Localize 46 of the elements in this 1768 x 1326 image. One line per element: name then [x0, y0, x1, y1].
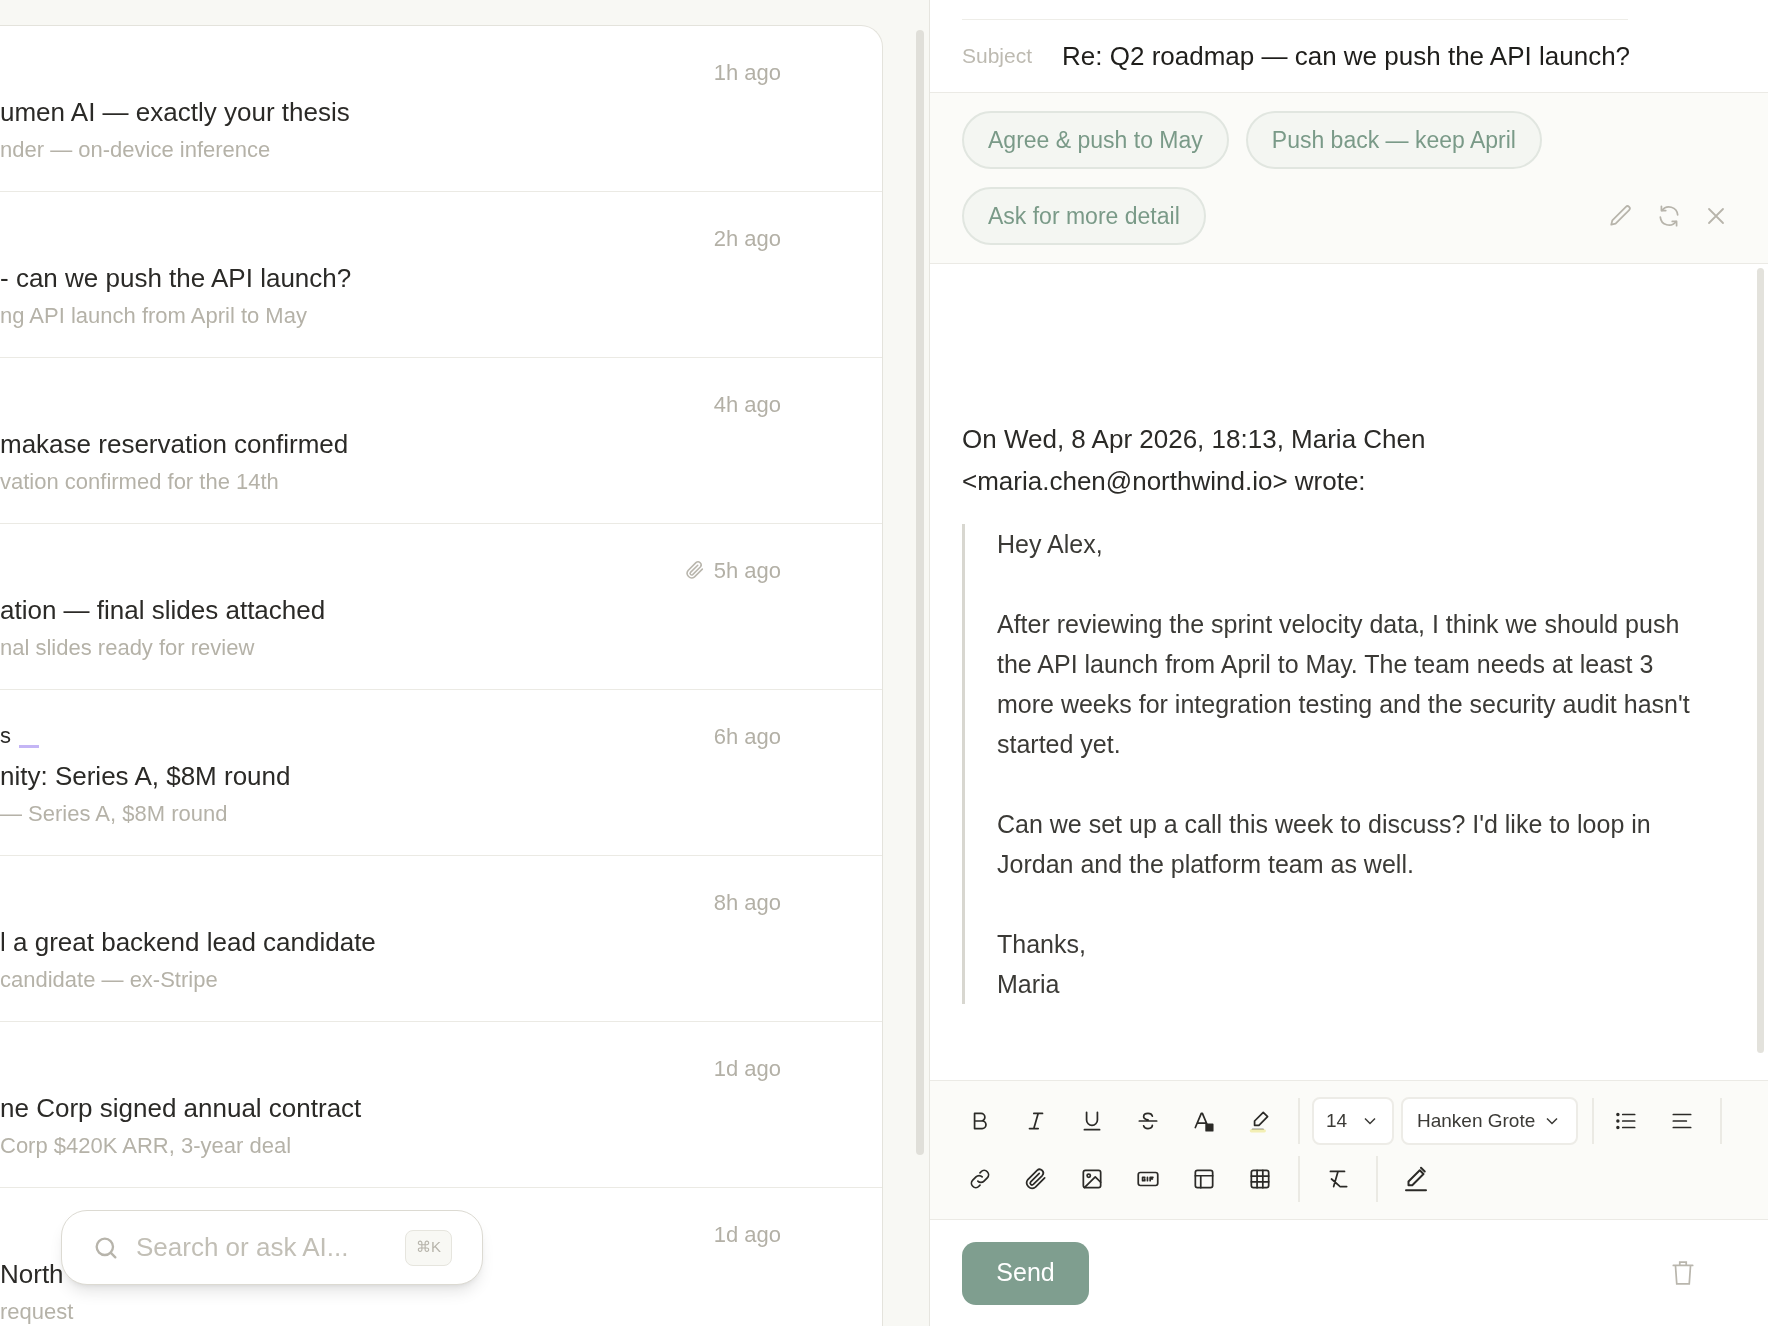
scrollbar[interactable] [1757, 268, 1764, 1053]
quote-text: Can we set up a call this week to discuss? I'd like to loop in Jordan and the platform team as well. [997, 809, 1652, 880]
timestamp: 6h ago [713, 722, 781, 751]
quote-header: <maria.chen@northwind.io> wrote: [962, 465, 1367, 498]
message-preview: request [0, 1299, 74, 1325]
message-row[interactable]: makase reservation confirmed vation confirmed for the 14th 4h ago [0, 358, 882, 524]
timestamp: 1d ago [713, 1054, 781, 1083]
message-row[interactable]: ation — final slides attached nal slides ready for review 5h ago [0, 524, 882, 690]
message-preview: nder — on-device inference [0, 137, 272, 163]
message-preview: vation confirmed for the 14th [0, 469, 280, 495]
subject-label: Subject [962, 43, 1033, 70]
timestamp: 2h ago [713, 224, 781, 253]
message-preview: — Series A, $8M round [0, 801, 229, 827]
timestamp: 1h ago [713, 58, 781, 87]
message-preview: candidate — ex-Stripe [0, 967, 219, 993]
message-subject: - can we push the API launch? [0, 262, 352, 295]
sender-name: s [0, 722, 11, 750]
message-subject: makase reservation confirmed [0, 428, 349, 461]
message-preview: ng API launch from April to May [0, 303, 308, 329]
quote-header: On Wed, 8 Apr 2026, 18:13, Maria Chen [962, 423, 1427, 456]
quote-text: Hey Alex, [997, 529, 1104, 560]
timestamp: 8h ago [713, 888, 781, 917]
timestamp: 4h ago [713, 390, 781, 419]
message-subject: umen AI — exactly your thesis [0, 96, 350, 129]
message-subject: nity: Series A, $8M round [0, 760, 291, 793]
quote-text: Thanks, [997, 929, 1087, 960]
font-family-select[interactable]: Hanken Grote [1401, 1097, 1578, 1145]
message-row[interactable]: - can we push the API launch? ng API launch from April to May 2h ago [0, 192, 882, 358]
font-size-select[interactable]: 14 [1312, 1097, 1394, 1145]
quote-text: After reviewing the sprint velocity data, I think we should push the API launch from April to May. The team needs at least 3 more weeks for integration testing and the security audit hasn't started yet. [997, 609, 1691, 760]
message-row[interactable]: ne Corp signed annual contract Corp $420K ARR, 3-year deal 1d ago [0, 1022, 882, 1188]
message-row[interactable]: l a great backend lead candidate candidate — ex-Stripe 8h ago [0, 856, 882, 1022]
scrollbar[interactable] [916, 30, 924, 1155]
shortcut-key: ⌘K [405, 1229, 452, 1266]
quote-text: Maria [997, 969, 1061, 1000]
search-field[interactable]: Search or ask AI... [136, 1228, 389, 1267]
message-subject: l a great backend lead candidate [0, 926, 376, 959]
message-row[interactable]: s nity: Series A, $8M round — Series A, $8M round 6h ago [0, 690, 882, 856]
subject-field[interactable]: Re: Q2 roadmap — can we push the API launch? [1062, 36, 1631, 76]
message-subject: ation — final slides attached [0, 594, 326, 627]
message-preview: nal slides ready for review [0, 635, 256, 661]
timestamp: 5h ago [713, 556, 781, 585]
message-row[interactable]: umen AI — exactly your thesis nder — on-device inference 1h ago [0, 26, 882, 192]
message-preview: Corp $420K ARR, 3-year deal [0, 1133, 293, 1159]
message-subject: ne Corp signed annual contract [0, 1092, 362, 1125]
timestamp: 1d ago [713, 1220, 781, 1249]
